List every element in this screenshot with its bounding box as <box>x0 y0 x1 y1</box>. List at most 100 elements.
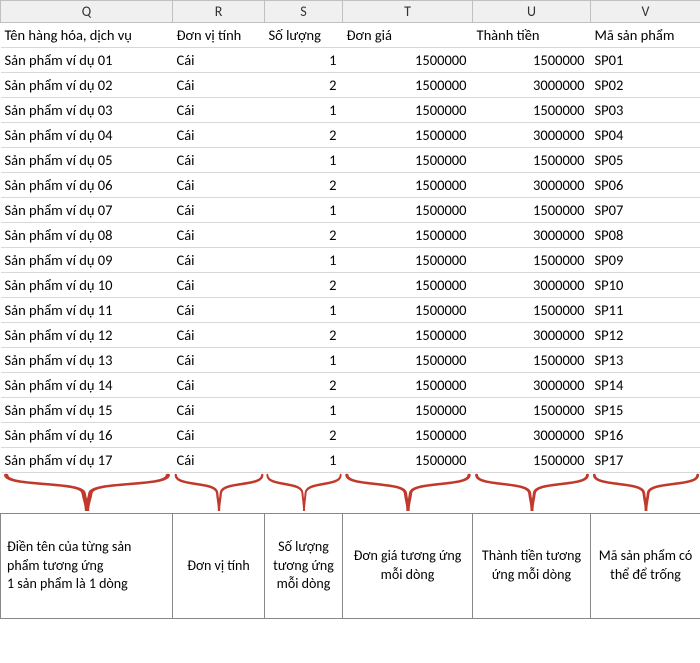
cell-unit[interactable]: Cái <box>173 398 265 423</box>
cell-price[interactable]: 1500000 <box>343 448 473 473</box>
cell-unit[interactable]: Cái <box>173 223 265 248</box>
col-letter-u[interactable]: U <box>473 1 591 23</box>
cell-total[interactable]: 1500000 <box>473 348 591 373</box>
cell-total[interactable]: 1500000 <box>473 98 591 123</box>
cell-code[interactable]: SP14 <box>591 373 700 398</box>
cell-code[interactable]: SP07 <box>591 198 700 223</box>
cell-qty[interactable]: 1 <box>265 248 343 273</box>
cell-price[interactable]: 1500000 <box>343 48 473 73</box>
cell-name[interactable]: Sản phẩm ví dụ 10 <box>1 273 173 298</box>
cell-unit[interactable]: Cái <box>173 48 265 73</box>
cell-name[interactable]: Sản phẩm ví dụ 17 <box>1 448 173 473</box>
cell-price[interactable]: 1500000 <box>343 248 473 273</box>
cell-unit[interactable]: Cái <box>173 448 265 473</box>
cell-code[interactable]: SP01 <box>591 48 700 73</box>
cell-unit[interactable]: Cái <box>173 73 265 98</box>
cell-name[interactable]: Sản phẩm ví dụ 14 <box>1 373 173 398</box>
cell-name[interactable]: Sản phẩm ví dụ 05 <box>1 148 173 173</box>
cell-qty[interactable]: 1 <box>265 398 343 423</box>
cell-unit[interactable]: Cái <box>173 298 265 323</box>
header-total[interactable]: Thành tiền <box>473 23 591 48</box>
cell-name[interactable]: Sản phẩm ví dụ 12 <box>1 323 173 348</box>
cell-price[interactable]: 1500000 <box>343 173 473 198</box>
cell-name[interactable]: Sản phẩm ví dụ 01 <box>1 48 173 73</box>
cell-unit[interactable]: Cái <box>173 323 265 348</box>
cell-price[interactable]: 1500000 <box>343 398 473 423</box>
cell-price[interactable]: 1500000 <box>343 373 473 398</box>
cell-total[interactable]: 3000000 <box>473 373 591 398</box>
cell-qty[interactable]: 1 <box>265 148 343 173</box>
cell-unit[interactable]: Cái <box>173 148 265 173</box>
cell-name[interactable]: Sản phẩm ví dụ 09 <box>1 248 173 273</box>
cell-code[interactable]: SP06 <box>591 173 700 198</box>
cell-total[interactable]: 3000000 <box>473 173 591 198</box>
cell-unit[interactable]: Cái <box>173 423 265 448</box>
cell-name[interactable]: Sản phẩm ví dụ 07 <box>1 198 173 223</box>
header-name[interactable]: Tên hàng hóa, dịch vụ <box>1 23 173 48</box>
cell-total[interactable]: 1500000 <box>473 148 591 173</box>
cell-price[interactable]: 1500000 <box>343 298 473 323</box>
cell-qty[interactable]: 1 <box>265 298 343 323</box>
cell-qty[interactable]: 1 <box>265 348 343 373</box>
cell-name[interactable]: Sản phẩm ví dụ 11 <box>1 298 173 323</box>
cell-total[interactable]: 1500000 <box>473 248 591 273</box>
cell-unit[interactable]: Cái <box>173 273 265 298</box>
cell-code[interactable]: SP02 <box>591 73 700 98</box>
cell-qty[interactable]: 2 <box>265 123 343 148</box>
cell-price[interactable]: 1500000 <box>343 223 473 248</box>
header-price[interactable]: Đơn giá <box>343 23 473 48</box>
cell-code[interactable]: SP10 <box>591 273 700 298</box>
cell-qty[interactable]: 1 <box>265 198 343 223</box>
cell-unit[interactable]: Cái <box>173 373 265 398</box>
col-letter-q[interactable]: Q <box>1 1 173 23</box>
cell-name[interactable]: Sản phẩm ví dụ 03 <box>1 98 173 123</box>
cell-total[interactable]: 1500000 <box>473 48 591 73</box>
cell-code[interactable]: SP17 <box>591 448 700 473</box>
cell-name[interactable]: Sản phẩm ví dụ 02 <box>1 73 173 98</box>
cell-price[interactable]: 1500000 <box>343 198 473 223</box>
col-letter-t[interactable]: T <box>343 1 473 23</box>
cell-qty[interactable]: 2 <box>265 423 343 448</box>
cell-price[interactable]: 1500000 <box>343 148 473 173</box>
header-qty[interactable]: Số lượng <box>265 23 343 48</box>
cell-unit[interactable]: Cái <box>173 98 265 123</box>
cell-qty[interactable]: 2 <box>265 223 343 248</box>
cell-total[interactable]: 1500000 <box>473 198 591 223</box>
cell-qty[interactable]: 1 <box>265 98 343 123</box>
cell-total[interactable]: 3000000 <box>473 273 591 298</box>
header-unit[interactable]: Đơn vị tính <box>173 23 265 48</box>
cell-name[interactable]: Sản phẩm ví dụ 13 <box>1 348 173 373</box>
cell-code[interactable]: SP04 <box>591 123 700 148</box>
cell-total[interactable]: 1500000 <box>473 448 591 473</box>
cell-qty[interactable]: 2 <box>265 323 343 348</box>
cell-unit[interactable]: Cái <box>173 248 265 273</box>
cell-code[interactable]: SP13 <box>591 348 700 373</box>
cell-name[interactable]: Sản phẩm ví dụ 16 <box>1 423 173 448</box>
cell-total[interactable]: 3000000 <box>473 73 591 98</box>
cell-total[interactable]: 3000000 <box>473 423 591 448</box>
cell-qty[interactable]: 2 <box>265 373 343 398</box>
cell-unit[interactable]: Cái <box>173 348 265 373</box>
cell-qty[interactable]: 2 <box>265 273 343 298</box>
cell-code[interactable]: SP05 <box>591 148 700 173</box>
cell-unit[interactable]: Cái <box>173 198 265 223</box>
cell-code[interactable]: SP03 <box>591 98 700 123</box>
cell-price[interactable]: 1500000 <box>343 348 473 373</box>
col-letter-v[interactable]: V <box>591 1 700 23</box>
cell-code[interactable]: SP15 <box>591 398 700 423</box>
col-letter-r[interactable]: R <box>173 1 265 23</box>
cell-price[interactable]: 1500000 <box>343 73 473 98</box>
cell-name[interactable]: Sản phẩm ví dụ 15 <box>1 398 173 423</box>
cell-total[interactable]: 3000000 <box>473 323 591 348</box>
cell-code[interactable]: SP12 <box>591 323 700 348</box>
cell-price[interactable]: 1500000 <box>343 323 473 348</box>
cell-total[interactable]: 3000000 <box>473 223 591 248</box>
cell-code[interactable]: SP09 <box>591 248 700 273</box>
cell-name[interactable]: Sản phẩm ví dụ 06 <box>1 173 173 198</box>
cell-price[interactable]: 1500000 <box>343 273 473 298</box>
cell-qty[interactable]: 1 <box>265 448 343 473</box>
cell-price[interactable]: 1500000 <box>343 98 473 123</box>
cell-total[interactable]: 3000000 <box>473 123 591 148</box>
cell-code[interactable]: SP16 <box>591 423 700 448</box>
cell-code[interactable]: SP11 <box>591 298 700 323</box>
